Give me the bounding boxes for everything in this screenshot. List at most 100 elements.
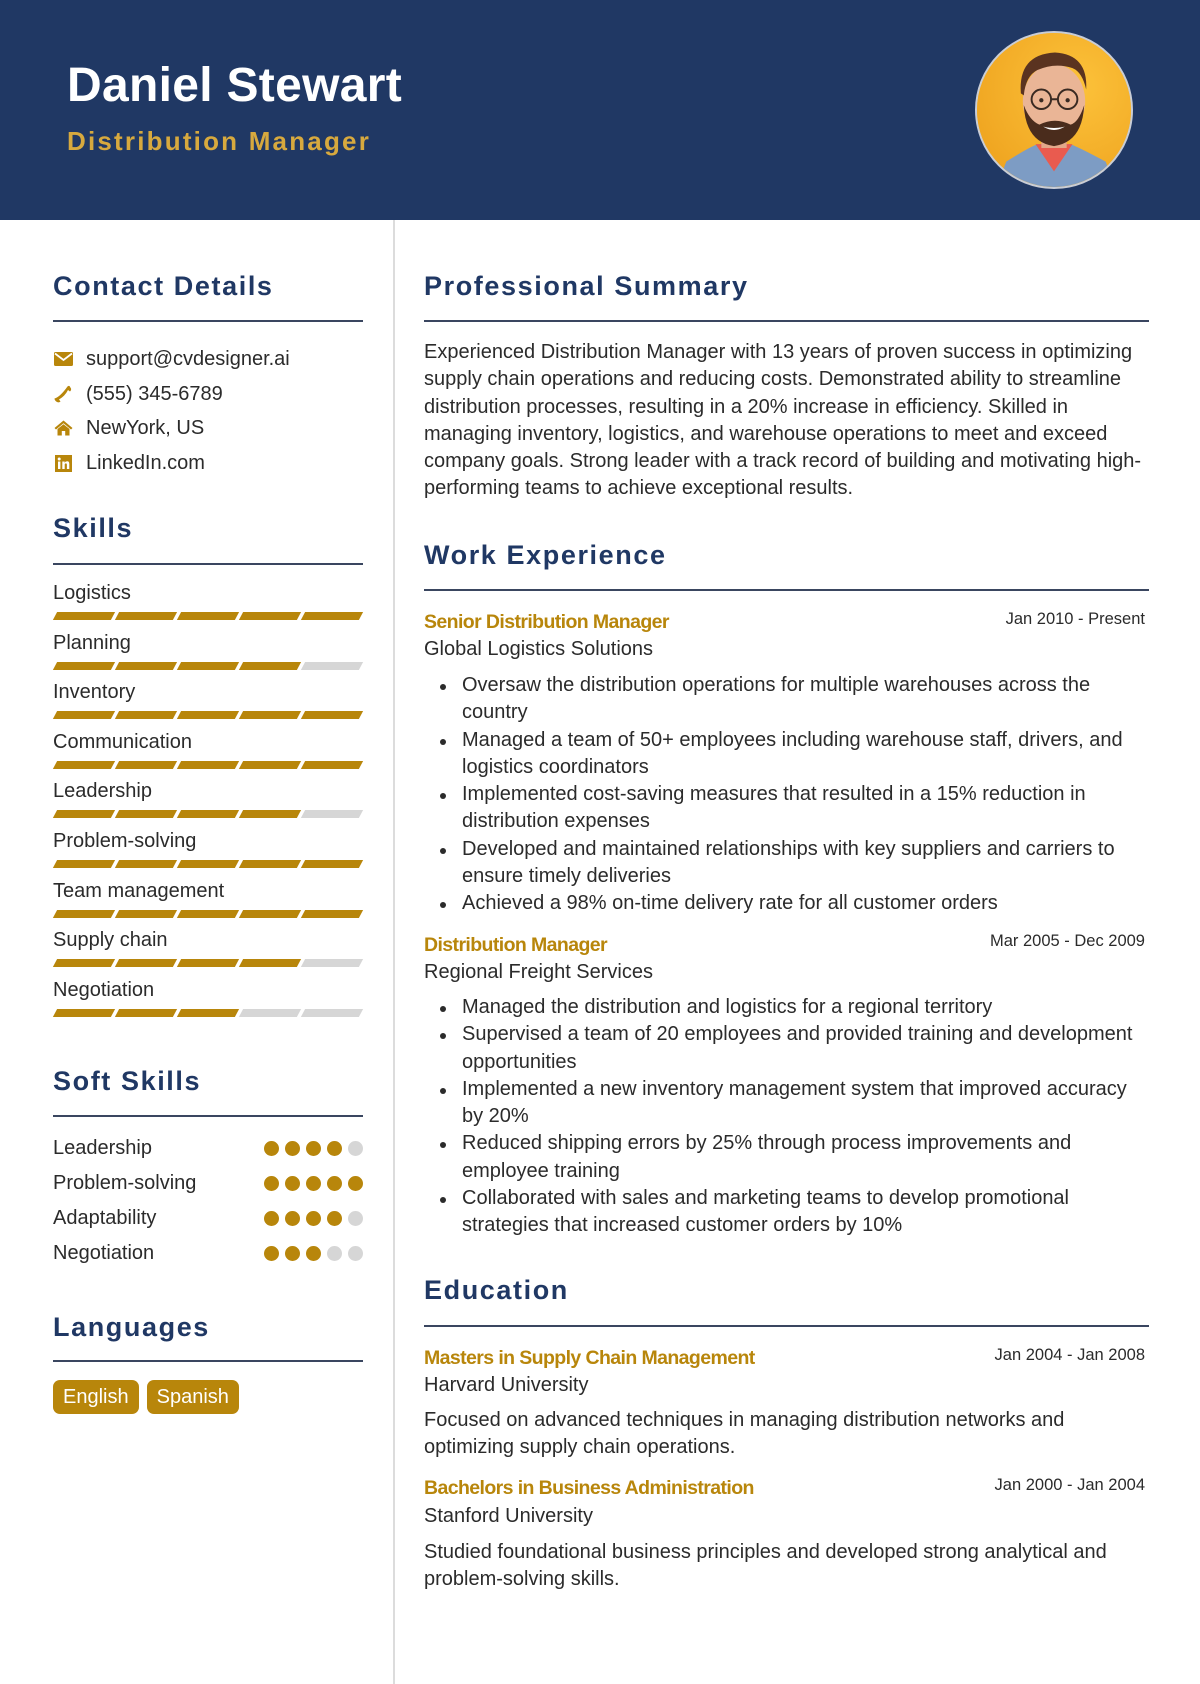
- school-name: Harvard University: [424, 1374, 589, 1396]
- contact-section-rule: [53, 320, 363, 322]
- skill-segment-filled: [52, 760, 116, 769]
- rating-dot-filled: [264, 1176, 279, 1191]
- job-company: Regional Freight Services: [424, 961, 653, 983]
- skill-segment-filled: [300, 860, 364, 868]
- skill-level-bar: [52, 661, 364, 670]
- languages-list: English Spanish: [53, 1380, 239, 1414]
- rating-dot-filled: [327, 1211, 342, 1226]
- skill-segment-filled: [300, 760, 364, 769]
- job-company: Global Logistics Solutions: [424, 638, 654, 660]
- rating-dot-empty: [348, 1246, 363, 1261]
- skill-segment-filled: [238, 661, 302, 670]
- job-bullet: Managed a team of 50+ employees includin…: [424, 727, 1149, 782]
- skill-label: Team management: [53, 879, 225, 902]
- skill-segment-filled: [52, 612, 116, 620]
- skill-segment-filled: [300, 711, 364, 720]
- skill-segment-filled: [114, 711, 178, 720]
- job-dates: Mar 2005 - Dec 2009: [989, 932, 1145, 950]
- languages-section-title: Languages: [53, 1312, 210, 1342]
- skill-segment-filled: [176, 810, 240, 819]
- soft-skill-item: Adaptability: [53, 1205, 363, 1235]
- column-divider: [393, 220, 395, 1684]
- skill-item: Planning: [52, 632, 364, 680]
- rating-dot-filled: [264, 1246, 279, 1261]
- skill-segment-empty: [300, 959, 364, 968]
- skill-item: Negotiation: [52, 979, 364, 1027]
- skill-segment-filled: [52, 909, 116, 918]
- soft-skill-rating: [264, 1176, 363, 1191]
- education-section-title: Education: [424, 1275, 569, 1305]
- soft-skill-item: Negotiation: [53, 1240, 363, 1270]
- skill-segment-filled: [238, 612, 302, 620]
- languages-section-rule: [53, 1360, 363, 1362]
- skill-segment-filled: [300, 612, 364, 620]
- skill-item: Communication: [52, 731, 364, 779]
- rating-dot-filled: [306, 1211, 321, 1226]
- skill-segment-filled: [52, 810, 116, 819]
- soft-skill-label: Adaptability: [53, 1207, 157, 1229]
- skill-segment-filled: [114, 661, 178, 670]
- contact-location-text: NewYork, US: [86, 416, 205, 439]
- rating-dot-filled: [264, 1141, 279, 1156]
- skill-item: Inventory: [52, 681, 364, 729]
- contact-phone-text: (555) 345-6789: [86, 382, 223, 405]
- skill-level-bar: [52, 860, 364, 868]
- experience-section-rule: [424, 589, 1149, 591]
- rating-dot-filled: [327, 1176, 342, 1191]
- skills-section-rule: [53, 563, 363, 565]
- skill-segment-filled: [52, 1008, 116, 1017]
- phone-icon: [53, 384, 73, 404]
- skill-segment-filled: [176, 711, 240, 720]
- skill-segment-filled: [176, 860, 240, 868]
- skill-segment-filled: [114, 760, 178, 769]
- rating-dot-filled: [285, 1246, 300, 1261]
- skill-label: Logistics: [53, 582, 131, 604]
- job-bullet: Reduced shipping errors by 25% through p…: [424, 1130, 1149, 1185]
- rating-dot-empty: [348, 1211, 363, 1226]
- skill-segment-filled: [238, 760, 302, 769]
- rating-dot-filled: [327, 1141, 342, 1156]
- school-name: Stanford University: [424, 1505, 593, 1527]
- skill-segment-filled: [52, 959, 116, 968]
- degree-description: Studied foundational business principles…: [424, 1541, 1107, 1591]
- skill-item: Logistics: [52, 582, 364, 630]
- skill-level-bar: [52, 1008, 364, 1017]
- skill-segment-filled: [52, 860, 116, 868]
- skill-level-bar: [52, 810, 364, 819]
- rating-dot-filled: [285, 1211, 300, 1226]
- soft-skill-rating: [264, 1211, 363, 1226]
- skill-segment-filled: [238, 959, 302, 968]
- soft-skill-rating: [264, 1246, 363, 1261]
- skill-segment-filled: [114, 860, 178, 868]
- rating-dot-empty: [348, 1141, 363, 1156]
- degree-title: Masters in Supply Chain Management: [424, 1347, 755, 1369]
- skill-segment-filled: [238, 711, 302, 720]
- skill-label: Problem-solving: [53, 830, 197, 852]
- contact-location: NewYork, US: [53, 415, 204, 441]
- soft-skills-section-title: Soft Skills: [53, 1066, 202, 1096]
- skill-level-bar: [52, 711, 364, 720]
- summary-section-rule: [424, 320, 1149, 322]
- skill-item: Problem-solving: [52, 830, 364, 878]
- summary-section-title: Professional Summary: [424, 271, 749, 301]
- skill-segment-filled: [176, 760, 240, 769]
- soft-skill-label: Problem-solving: [53, 1172, 197, 1194]
- rating-dot-filled: [264, 1211, 279, 1226]
- candidate-role: Distribution Manager: [67, 126, 372, 156]
- envelope-icon: [53, 349, 73, 369]
- job-bullet: Implemented a new inventory management s…: [424, 1076, 1149, 1131]
- skill-item: Leadership: [52, 780, 364, 828]
- rating-dot-empty: [327, 1246, 342, 1261]
- language-badge: Spanish: [146, 1380, 239, 1414]
- contact-phone[interactable]: (555) 345-6789: [53, 381, 223, 407]
- contact-email[interactable]: support@cvdesigner.ai: [53, 346, 290, 372]
- job-bullets: Managed the distribution and logistics f…: [424, 994, 1149, 1240]
- job-bullet: Collaborated with sales and marketing te…: [424, 1185, 1149, 1240]
- job-bullet: Developed and maintained relationships w…: [424, 836, 1149, 891]
- rating-dot-filled: [306, 1176, 321, 1191]
- profile-photo-icon: [977, 33, 1131, 187]
- job-bullet: Implemented cost-saving measures that re…: [424, 781, 1149, 836]
- skill-segment-empty: [238, 1008, 302, 1017]
- education-section-rule: [424, 1325, 1149, 1327]
- contact-linkedin[interactable]: LinkedIn.com: [53, 450, 205, 476]
